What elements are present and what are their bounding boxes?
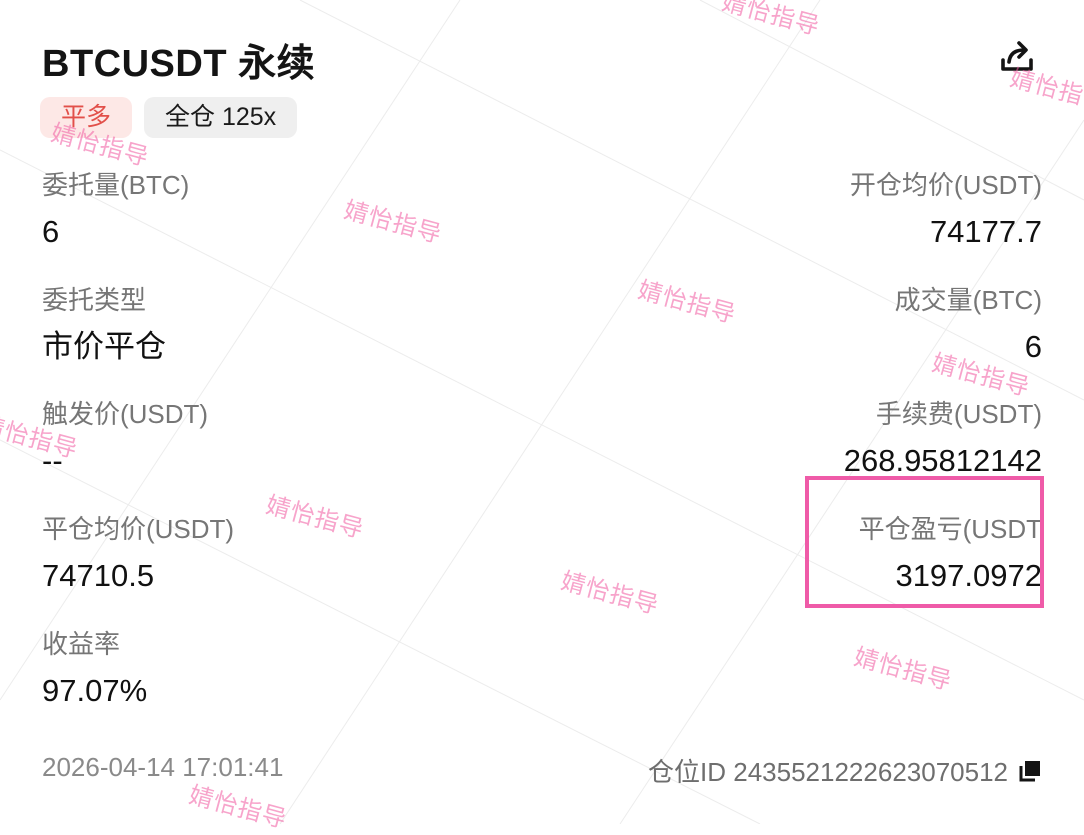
watermark-text: 婧怡指导	[851, 643, 955, 696]
watermark-text: 婧怡指导	[186, 781, 290, 834]
share-icon	[1001, 41, 1033, 71]
share-button[interactable]	[996, 36, 1038, 78]
page-title: BTCUSDT 永续	[42, 43, 316, 85]
trigger-price-field: 触发价(USDT) --	[42, 397, 208, 481]
position-id: 仓位ID 2435521222623070512	[648, 752, 1042, 789]
order-tags: 平多 全仓 125x	[40, 97, 298, 138]
margin-mode-badge: 全仓 125x	[144, 97, 298, 138]
filled-qty-field: 成交量(BTC) 6	[895, 283, 1042, 367]
filled-qty-label: 成交量(BTC)	[894, 285, 1042, 315]
trigger-price-value: --	[42, 443, 63, 478]
trigger-price-label: 触发价(USDT)	[42, 399, 209, 429]
position-id-text: 仓位ID 2435521222623070512	[648, 757, 1008, 787]
order-timestamp: 2026-04-14 17:01:41	[42, 752, 284, 782]
order-type-value: 市价平仓	[42, 329, 166, 364]
fee-field: 手续费(USDT) 268.95812142	[844, 397, 1042, 481]
close-pnl-value: 3197.0972	[895, 558, 1042, 593]
close-pnl-field: 平仓盈亏(USDT 3197.0972	[859, 512, 1042, 596]
filled-qty-value: 6	[1024, 329, 1042, 364]
open-avg-price-value: 74177.7	[929, 214, 1042, 249]
roi-field: 收益率 97.07%	[42, 627, 147, 711]
order-qty-field: 委托量(BTC) 6	[42, 168, 189, 252]
roi-label: 收益率	[42, 629, 121, 659]
fee-label: 手续费(USDT)	[875, 399, 1042, 429]
watermark-text: 婧怡指导	[341, 196, 445, 249]
watermark-text: 婧怡指导	[263, 491, 367, 544]
watermark-text: 婧怡指导	[558, 567, 662, 620]
order-qty-value: 6	[42, 214, 60, 249]
order-type-field: 委托类型 市价平仓	[42, 283, 166, 367]
watermark-text: 婧怡指导	[635, 276, 739, 329]
open-avg-price-label: 开仓均价(USDT)	[849, 170, 1042, 200]
fee-value: 268.95812142	[843, 443, 1042, 478]
watermark-text: 婧怡指导	[719, 0, 823, 41]
side-badge: 平多	[40, 97, 133, 138]
open-avg-price-field: 开仓均价(USDT) 74177.7	[850, 168, 1042, 252]
order-qty-label: 委托量(BTC)	[42, 170, 190, 200]
close-pnl-label: 平仓盈亏(USDT	[858, 514, 1042, 544]
close-avg-price-label: 平仓均价(USDT)	[42, 514, 235, 544]
close-avg-price-field: 平仓均价(USDT) 74710.5	[42, 512, 234, 596]
roi-value: 97.07%	[42, 673, 148, 708]
close-avg-price-value: 74710.5	[42, 558, 155, 593]
copy-icon[interactable]	[1018, 759, 1042, 783]
order-type-label: 委托类型	[42, 285, 147, 315]
